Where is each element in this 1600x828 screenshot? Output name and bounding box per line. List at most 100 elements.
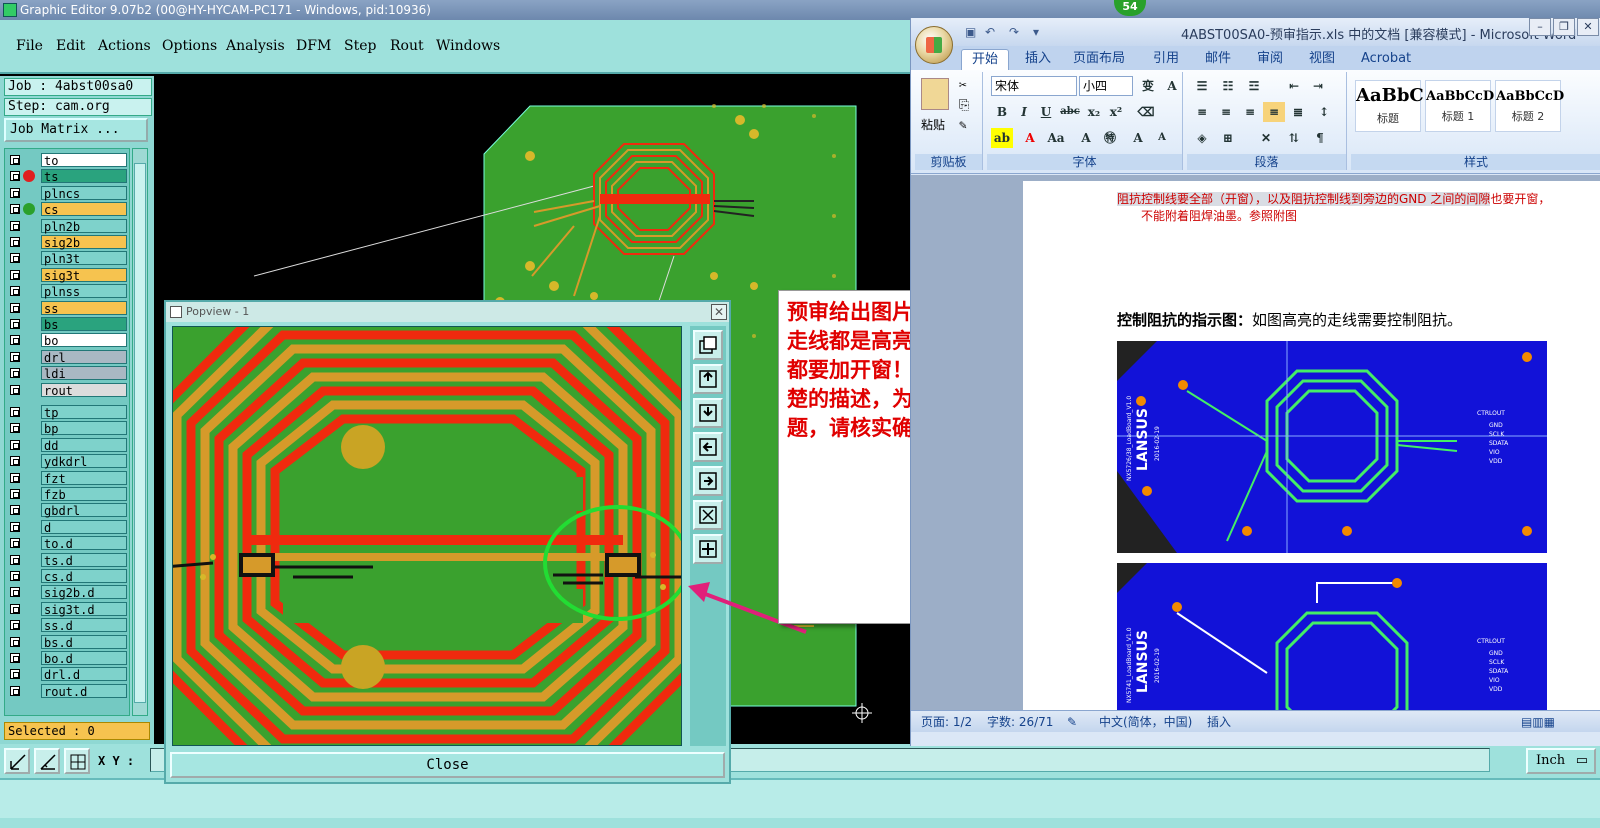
layer-checkbox[interactable] [10,407,20,417]
layer-row[interactable]: ydkdrl [7,454,127,469]
layer-checkbox[interactable] [10,319,20,329]
layer-name[interactable]: to.d [41,536,127,551]
layer-checkbox[interactable] [10,554,20,565]
layer-row[interactable]: ts.d [7,552,127,568]
menu-actions[interactable]: Actions [98,38,151,54]
layer-checkbox[interactable] [10,489,20,499]
pv-zoom-out-button[interactable] [693,398,723,428]
layer-row[interactable]: ss [7,300,127,316]
layer-row[interactable]: sig3t [7,267,127,283]
close-icon[interactable]: ✕ [1577,18,1599,36]
tab-references[interactable]: 引用 [1143,49,1189,70]
grid-tool-button[interactable] [64,748,90,774]
layer-name[interactable]: ss [41,300,127,316]
layer-name[interactable]: bs [41,317,127,332]
pv-pan-right-button[interactable] [693,466,723,496]
layer-row[interactable]: gbdrl [7,503,127,518]
select-tool-button[interactable] [4,748,30,774]
paste-label[interactable]: 粘贴 [921,116,945,133]
layer-name[interactable]: tp [41,405,127,420]
pv-copy-button[interactable] [693,330,723,360]
layer-name[interactable]: bs.d [41,634,127,650]
layer-checkbox[interactable] [10,220,20,231]
measure-tool-button[interactable] [34,748,60,774]
tab-page-layout[interactable]: 页面布局 [1063,49,1135,70]
layer-checkbox[interactable] [10,587,20,598]
layer-checkbox[interactable] [10,269,20,280]
strikethrough-icon[interactable]: abc [1059,102,1081,122]
status-page[interactable]: 页面: 1/2 [921,711,972,733]
tab-view[interactable]: 视图 [1299,49,1345,70]
cut-icon[interactable]: ✂ [959,78,967,93]
line-spacing-icon[interactable]: ↕ [1313,102,1335,122]
layer-row[interactable]: bo.d [7,651,127,666]
align-right-icon[interactable]: ≡ [1239,102,1261,122]
minimize-icon[interactable]: – [1529,18,1551,36]
layer-row[interactable]: drl.d [7,667,127,682]
layer-checkbox[interactable] [10,368,20,379]
chinese-layout-icon[interactable]: ✕ [1255,128,1277,148]
layer-name[interactable]: pln3t [41,251,127,266]
shading-icon[interactable]: ◈ [1191,128,1213,148]
layer-checkbox[interactable] [10,384,20,395]
char-border-icon[interactable]: A [1161,76,1183,96]
layer-checkbox[interactable] [10,521,20,532]
sort-icon[interactable]: ⇅ [1283,128,1305,148]
layer-checkbox[interactable] [10,237,20,247]
shrink-font-icon[interactable]: A [1151,128,1173,148]
menu-file[interactable]: File [16,38,43,54]
align-left-icon[interactable]: ≡ [1191,102,1213,122]
layer-checkbox[interactable] [10,335,20,346]
layer-name[interactable]: sig2b.d [41,585,127,600]
layer-row[interactable]: to [7,153,127,168]
numbering-icon[interactable]: ☷ [1217,76,1239,96]
layer-checkbox[interactable] [10,439,20,450]
menu-windows[interactable]: Windows [436,38,500,54]
multilevel-icon[interactable]: ☲ [1243,76,1265,96]
layer-checkbox[interactable] [10,505,20,516]
status-words[interactable]: 字数: 26/71 [987,711,1053,733]
pv-pan-left-button[interactable] [693,432,723,462]
change-case-icon[interactable]: Aa [1045,128,1067,148]
redo-icon[interactable]: ↷ [1009,25,1023,39]
layer-checkbox[interactable] [10,538,20,549]
popview-close-icon[interactable]: ✕ [711,304,727,320]
layer-row[interactable]: pln3t [7,251,127,266]
clear-format-icon[interactable]: ⌫ [1135,102,1157,122]
layer-checkbox[interactable] [10,653,20,663]
layer-checkbox[interactable] [10,286,20,297]
underline-icon[interactable]: U [1035,102,1057,122]
layer-row[interactable]: bs.d [7,634,127,650]
paste-icon[interactable] [921,78,949,110]
layer-checkbox[interactable] [10,155,20,165]
layer-name[interactable]: pln2b [41,218,127,234]
layer-name[interactable]: drl [41,349,127,365]
layer-name[interactable]: bo [41,333,127,348]
popview-zoom-view[interactable] [172,326,682,746]
layer-row[interactable]: bp [7,421,127,436]
menu-options[interactable]: Options [162,38,217,54]
font-size-select[interactable]: 小四 [1079,76,1133,96]
layer-row[interactable]: cs [7,202,127,217]
layer-checkbox[interactable] [10,351,20,362]
document-area[interactable]: 阻抗控制线要全部（开窗），以及阻抗控制线到旁边的GND 之间的间隙也要开窗， 不… [911,175,1600,710]
layer-row[interactable]: ldi [7,366,127,381]
menu-dfm[interactable]: DFM [296,38,331,54]
layer-name[interactable]: plncs [41,185,127,201]
view-layout-icon[interactable]: ▤▥▦ [1521,711,1555,733]
quick-access-dropdown-icon[interactable]: ▾ [1033,25,1047,39]
layer-row[interactable]: to.d [7,536,127,551]
style-title[interactable]: AaBbC 标题 [1355,80,1424,132]
layer-row[interactable]: bo [7,333,127,348]
format-painter-icon[interactable]: ✎ [959,118,967,133]
italic-icon[interactable]: I [1013,102,1035,122]
layer-checkbox[interactable] [10,571,20,581]
layer-checkbox[interactable] [10,620,20,631]
tab-insert[interactable]: 插入 [1015,49,1061,70]
layer-name[interactable]: ydkdrl [41,454,127,469]
layer-row[interactable]: fzb [7,487,127,502]
increase-indent-icon[interactable]: ⇥ [1307,76,1329,96]
layer-checkbox[interactable] [10,669,20,680]
status-language[interactable]: 中文(简体，中国) [1099,711,1192,733]
borders-icon[interactable]: ⊞ [1217,128,1239,148]
